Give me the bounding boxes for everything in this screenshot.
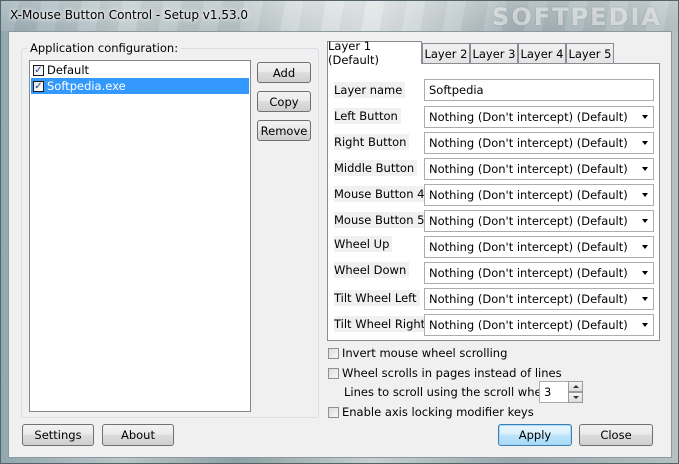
right-button-label: Right Button — [334, 134, 410, 150]
apply-button[interactable]: Apply — [498, 424, 572, 446]
middle-button-select[interactable]: Nothing (Don't intercept) (Default) — [424, 158, 654, 180]
dialog-client-area: Application configuration: ✓ Default ✓ S… — [8, 31, 672, 458]
tilt-wheel-left-label: Tilt Wheel Left — [334, 290, 420, 306]
chevron-down-icon[interactable] — [642, 141, 648, 145]
chevron-down-icon[interactable] — [642, 271, 648, 275]
lines-to-scroll-input[interactable]: 3 — [539, 381, 569, 403]
wheel-up-value: Nothing (Don't intercept) (Default) — [429, 240, 628, 254]
chevron-down-icon[interactable] — [642, 297, 648, 301]
title-bar[interactable]: X-Mouse Button Control - Setup v1.53.0 S… — [1, 1, 678, 31]
invert-scroll-option[interactable]: Invert mouse wheel scrolling — [328, 346, 507, 360]
settings-button[interactable]: Settings — [22, 424, 94, 446]
wheel-up-select[interactable]: Nothing (Don't intercept) (Default) — [424, 236, 654, 258]
lines-to-scroll-label: Lines to scroll using the scroll wheel: — [344, 385, 556, 399]
tab-layer-1[interactable]: Layer 1 (Default) — [327, 39, 422, 67]
remove-button[interactable]: Remove — [257, 120, 311, 141]
app-config-list[interactable]: ✓ Default ✓ Softpedia.exe — [29, 60, 251, 412]
checkbox-unchecked-icon[interactable] — [328, 347, 339, 359]
tab-layer-2[interactable]: Layer 2 — [422, 43, 470, 63]
chevron-down-icon[interactable] — [642, 167, 648, 171]
tilt-wheel-right-select[interactable]: Nothing (Don't intercept) (Default) — [424, 314, 654, 336]
tilt-wheel-right-label: Tilt Wheel Right — [334, 316, 429, 332]
list-item-label: Softpedia.exe — [47, 79, 126, 93]
middle-button-value: Nothing (Don't intercept) (Default) — [429, 162, 628, 176]
tab-layer-5[interactable]: Layer 5 — [566, 43, 614, 63]
mouse-button-5-value: Nothing (Don't intercept) (Default) — [429, 214, 628, 228]
axis-locking-option[interactable]: Enable axis locking modifier keys — [328, 405, 534, 419]
scroll-pages-option[interactable]: Wheel scrolls in pages instead of lines — [328, 366, 562, 380]
layer-settings-panel: Layer name Softpedia Left Button Nothing… — [327, 63, 660, 341]
about-button[interactable]: About — [102, 424, 174, 446]
invert-scroll-label: Invert mouse wheel scrolling — [342, 346, 508, 360]
wheel-down-value: Nothing (Don't intercept) (Default) — [429, 266, 628, 280]
mouse-button-4-select[interactable]: Nothing (Don't intercept) (Default) — [424, 184, 654, 206]
mouse-button-4-value: Nothing (Don't intercept) (Default) — [429, 188, 628, 202]
arrow-up-icon — [573, 385, 579, 388]
list-item-default[interactable]: ✓ Default — [31, 62, 249, 78]
spin-up-button[interactable] — [568, 381, 583, 392]
add-button[interactable]: Add — [257, 62, 311, 83]
chevron-down-icon[interactable] — [642, 193, 648, 197]
chevron-down-icon[interactable] — [642, 245, 648, 249]
mouse-button-5-select[interactable]: Nothing (Don't intercept) (Default) — [424, 210, 654, 232]
tilt-wheel-right-value: Nothing (Don't intercept) (Default) — [429, 318, 628, 332]
layer-name-input[interactable]: Softpedia — [424, 79, 654, 101]
watermark-text: SOFTPEDIA — [492, 3, 662, 31]
chevron-down-icon[interactable] — [642, 219, 648, 223]
close-button[interactable]: Close — [579, 424, 653, 446]
axis-locking-label: Enable axis locking modifier keys — [342, 405, 534, 419]
tilt-wheel-left-select[interactable]: Nothing (Don't intercept) (Default) — [424, 288, 654, 310]
window-title: X-Mouse Button Control - Setup v1.53.0 — [10, 8, 249, 22]
spin-down-button[interactable] — [568, 392, 583, 403]
lines-to-scroll-spinner[interactable] — [568, 381, 583, 403]
chevron-down-icon[interactable] — [642, 115, 648, 119]
wheel-down-label: Wheel Down — [334, 262, 410, 278]
tab-layer-3[interactable]: Layer 3 — [470, 43, 518, 63]
tab-layer-4[interactable]: Layer 4 — [518, 43, 566, 63]
wheel-down-select[interactable]: Nothing (Don't intercept) (Default) — [424, 262, 654, 284]
tilt-wheel-left-value: Nothing (Don't intercept) (Default) — [429, 292, 628, 306]
mouse-button-5-label: Mouse Button 5 — [334, 212, 428, 228]
checkbox-unchecked-icon[interactable] — [328, 406, 339, 418]
layer-name-label: Layer name — [334, 82, 406, 98]
left-button-select[interactable]: Nothing (Don't intercept) (Default) — [424, 106, 654, 128]
app-config-label: Application configuration: — [27, 41, 182, 55]
app-window: X-Mouse Button Control - Setup v1.53.0 S… — [0, 0, 679, 464]
chevron-down-icon[interactable] — [642, 323, 648, 327]
list-item-softpedia[interactable]: ✓ Softpedia.exe — [31, 78, 249, 94]
checkbox-checked-icon[interactable]: ✓ — [33, 80, 44, 92]
mouse-button-4-label: Mouse Button 4 — [334, 186, 428, 202]
arrow-down-icon — [573, 396, 579, 399]
left-button-label: Left Button — [334, 108, 401, 124]
checkbox-unchecked-icon[interactable] — [328, 367, 339, 379]
copy-button[interactable]: Copy — [257, 91, 311, 112]
wheel-up-label: Wheel Up — [334, 236, 393, 252]
left-button-value: Nothing (Don't intercept) (Default) — [429, 110, 628, 124]
list-item-label: Default — [47, 63, 90, 77]
right-button-value: Nothing (Don't intercept) (Default) — [429, 136, 628, 150]
right-button-select[interactable]: Nothing (Don't intercept) (Default) — [424, 132, 654, 154]
middle-button-label: Middle Button — [334, 160, 418, 176]
checkbox-checked-icon[interactable]: ✓ — [33, 64, 44, 76]
scroll-pages-label: Wheel scrolls in pages instead of lines — [342, 366, 562, 380]
